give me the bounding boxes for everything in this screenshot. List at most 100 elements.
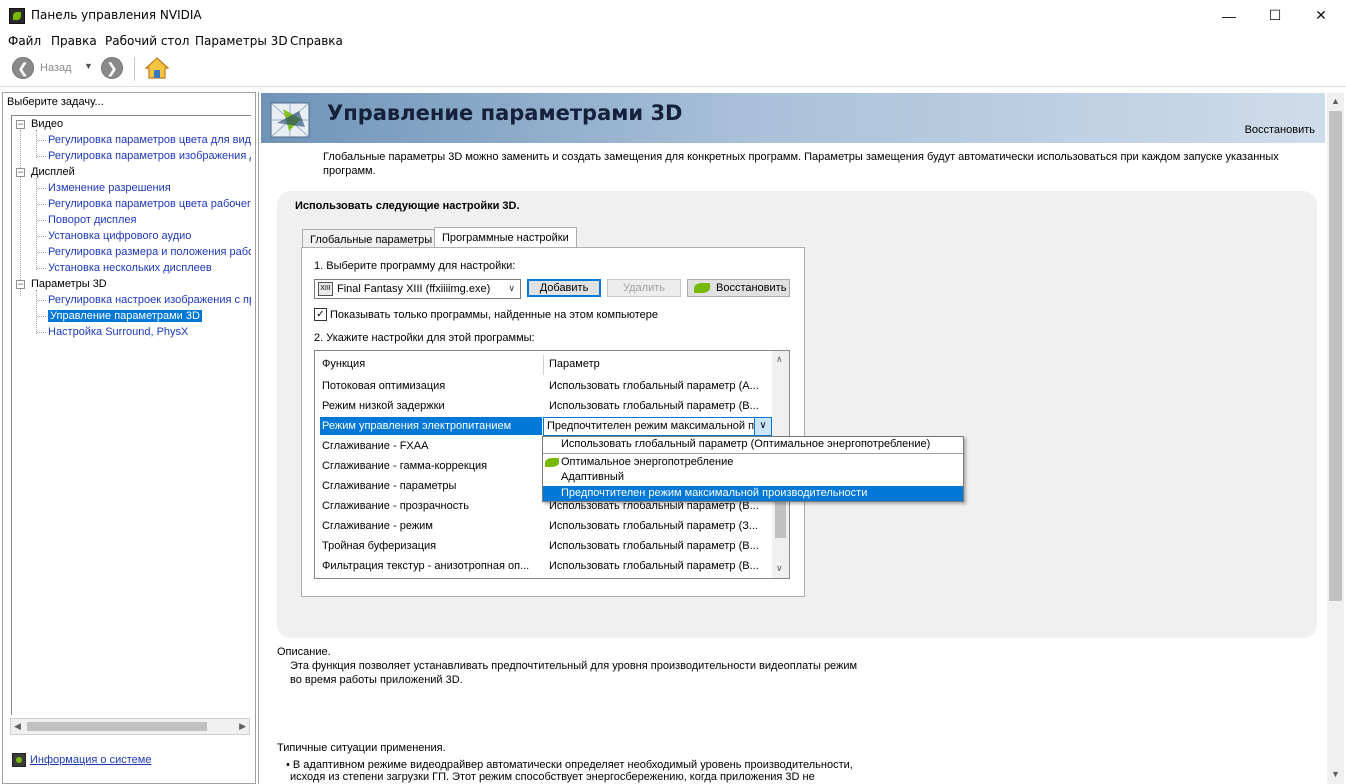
table-row[interactable]: Режим низкой задержки Использовать глобал… [315,397,773,417]
scroll-up-icon[interactable]: ∧ [776,354,783,365]
collapse-video-icon[interactable]: − [16,120,25,129]
row-feature: Режим низкой задержки [322,400,445,412]
task-tree-hscrollbar[interactable]: ◀ ▶ [10,718,250,735]
show-only-label[interactable]: Показывать только программы, найденные н… [330,309,658,321]
nvidia-app-icon [9,8,25,24]
table-row-selected[interactable]: Режим управления электропитанием Предпоч… [315,417,773,437]
description-line-2: во время работы приложений 3D. [290,674,463,686]
tree-group-3d[interactable]: Параметры 3D [31,278,107,290]
dropdown-option-global[interactable]: Использовать глобальный параметр (Оптима… [543,437,963,452]
tab-program-settings[interactable]: Программные настройки [434,227,577,248]
menu-3d-settings[interactable]: Параметры 3D [195,34,288,48]
column-header-feature: Функция [322,358,366,370]
restore-defaults-link[interactable]: Восстановить [1245,124,1315,136]
tree-branch [37,220,46,221]
row-feature: Сглаживание - FXAA [322,440,429,452]
sidebar-item-video-image[interactable]: Регулировка параметров изображения д [48,150,251,162]
row-feature: Потоковая оптимизация [322,380,446,392]
restore-program-button[interactable]: Восстановить [687,279,790,297]
section-header: Использовать следующие настройки 3D. [295,200,520,212]
step2-label: 2. Укажите настройки для этой программы: [314,332,535,344]
sidebar-item-rotate[interactable]: Поворот дисплея [48,214,136,226]
dropdown-option-max-performance[interactable]: Предпочтителен режим максимальной произв… [543,486,963,501]
home-icon[interactable] [144,56,170,80]
row-feature: Сглаживание - прозрачность [322,500,470,512]
scroll-right-icon[interactable]: ▶ [239,721,246,732]
system-info-label[interactable]: Информация о системе [30,754,151,766]
remove-program-button[interactable]: Удалить [607,279,681,297]
sidebar-item-video-color[interactable]: Регулировка параметров цвета для вид [48,134,251,146]
tree-branch [37,156,46,157]
tree-branch [37,300,46,301]
add-program-button[interactable]: Добавить [527,279,601,297]
task-panel-header: Выберите задачу... [7,96,104,108]
sidebar-item-3d-preview[interactable]: Регулировка настроек изображения с пр [48,294,251,306]
sidebar-item-desktop-size[interactable]: Регулировка размера и положения рабо [48,246,251,258]
scroll-up-icon[interactable]: ▲ [1331,96,1340,106]
table-row[interactable]: Потоковая оптимизация Использовать глобал… [315,377,773,397]
chevron-down-icon: ∨ [508,283,515,293]
dropdown-option-optimal[interactable]: Оптимальное энергопотребление [543,455,963,470]
sidebar-item-digital-audio[interactable]: Установка цифрового аудио [48,230,191,242]
menu-bar: Файл Правка Рабочий стол Параметры 3D Сп… [0,31,1346,51]
menu-help[interactable]: Справка [290,34,343,48]
tab-global-settings[interactable]: Глобальные параметры [302,229,441,249]
back-arrow-icon[interactable]: ❮ [12,57,34,79]
menu-file[interactable]: Файл [8,34,41,48]
row-value: Использовать глобальный параметр (В... [549,400,759,412]
back-button-label[interactable]: Назад [40,62,72,74]
row-feature: Сглаживание - режим [322,520,433,532]
window-title: Панель управления NVIDIA [31,8,202,22]
row-feature: Сглаживание - параметры [322,480,457,492]
grid-header: Функция Параметр [315,355,773,375]
system-info-link[interactable]: Информация о системе [12,753,151,767]
nvidia-logo-icon [545,458,559,467]
sidebar-item-multiple-displays[interactable]: Установка нескольких дисплеев [48,262,212,274]
tree-branch [37,188,46,189]
menu-desktop[interactable]: Рабочий стол [105,34,189,48]
menu-edit[interactable]: Правка [51,34,97,48]
collapse-display-icon[interactable]: − [16,168,25,177]
tree-line [36,290,37,334]
table-row[interactable]: Сглаживание - режим Использовать глобальн… [315,517,773,537]
tree-group-video[interactable]: Видео [31,118,63,130]
table-row[interactable]: Тройная буферизация Использовать глобальн… [315,537,773,557]
scroll-down-icon[interactable]: ▼ [1331,769,1340,779]
content-vscrollbar[interactable]: ▲ ▼ [1327,93,1344,784]
panel-splitter[interactable] [258,92,259,784]
usage-line-2: исходя из степени загрузки ГП. Этот режи… [290,771,815,783]
scroll-down-icon[interactable]: ∨ [776,563,783,574]
tree-line [20,130,21,296]
table-row[interactable]: Фильтрация текстур - анизотропная оп... И… [315,557,773,577]
forward-arrow-icon[interactable]: ❯ [101,57,123,79]
restore-program-label: Восстановить [716,282,787,294]
scrollbar-thumb[interactable] [27,722,207,731]
tree-group-display[interactable]: Дисплей [31,166,75,178]
intro-text: Глобальные параметры 3D можно заменить и… [323,150,1323,178]
dropdown-option-adaptive[interactable]: Адаптивный [543,470,963,485]
history-dropdown-icon[interactable]: ▼ [84,61,93,71]
chevron-down-icon[interactable]: ∨ [754,418,771,435]
row-value: Использовать глобальный параметр (А... [549,380,759,392]
sidebar-item-surround-physx[interactable]: Настройка Surround, PhysX [48,326,188,338]
column-divider [543,355,544,375]
step1-label: 1. Выберите программу для настройки: [314,260,516,272]
row-value: Использовать глобальный параметр (В... [549,540,759,552]
collapse-3d-icon[interactable]: − [16,280,25,289]
title-bar: Панель управления NVIDIA — ☐ ✕ [0,0,1346,31]
sidebar-item-manage-3d[interactable]: Управление параметрами 3D [48,310,202,322]
program-select-value: Final Fantasy XIII (ffxiiiimg.exe) [337,283,491,295]
description-label: Описание. [277,646,331,658]
maximize-button[interactable]: ☐ [1252,0,1298,31]
minimize-button[interactable]: — [1206,0,1252,31]
program-select[interactable]: XIII Final Fantasy XIII (ffxiiiimg.exe) … [314,279,521,299]
sidebar-item-desktop-color[interactable]: Регулировка параметров цвета рабочег [48,198,251,210]
intro-line-1: Глобальные параметры 3D можно заменить и… [323,151,1279,163]
scroll-left-icon[interactable]: ◀ [14,721,21,732]
show-only-checkbox[interactable]: ✓ [314,308,327,321]
scrollbar-thumb[interactable] [1329,111,1342,601]
close-button[interactable]: ✕ [1298,0,1344,31]
sidebar-item-resolution[interactable]: Изменение разрешения [48,182,171,194]
power-mode-select[interactable]: Предпочтителен режим максимальной пр ∨ [543,417,772,436]
power-mode-dropdown-list: Использовать глобальный параметр (Оптима… [542,436,964,502]
